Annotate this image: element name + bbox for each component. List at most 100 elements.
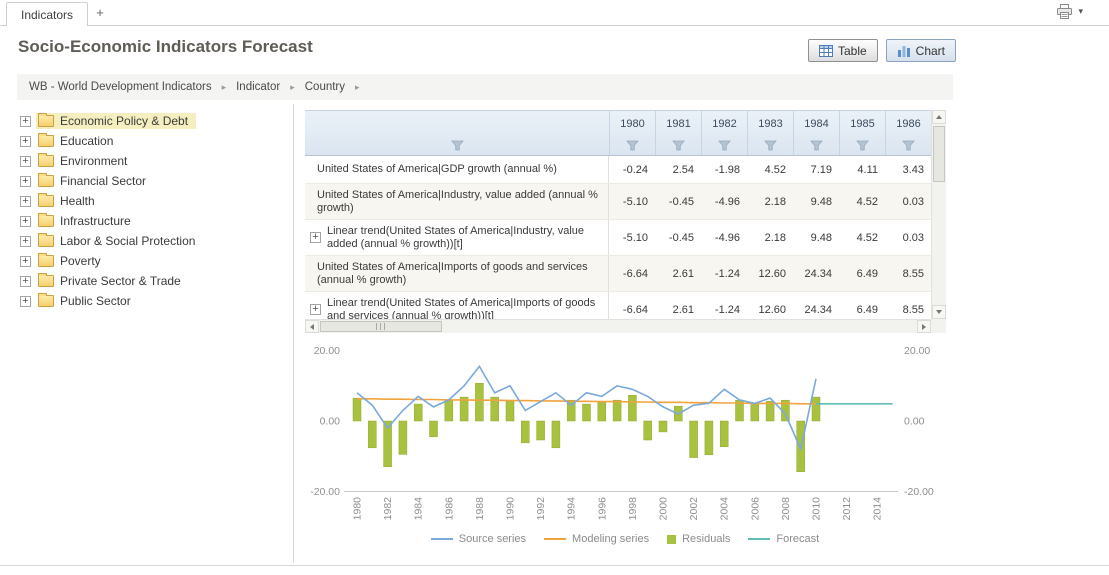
- grid-cell: 4.11: [839, 156, 885, 183]
- sidebar-item-economic-policy-debt[interactable]: + Economic Policy & Debt: [20, 111, 288, 131]
- folder-icon: [38, 115, 54, 127]
- grid-cell: -0.45: [655, 184, 701, 219]
- chart-view-button[interactable]: Chart: [886, 39, 956, 62]
- tab-indicators[interactable]: Indicators: [6, 2, 88, 26]
- horizontal-scroll-thumb[interactable]: [320, 321, 442, 332]
- print-dropdown-caret-icon[interactable]: ▾: [1078, 6, 1083, 17]
- svg-text:-20.00: -20.00: [904, 486, 934, 498]
- tab-indicators-label: Indicators: [21, 8, 73, 22]
- print-button[interactable]: [1056, 4, 1073, 19]
- grid-cell: 7.19: [793, 156, 839, 183]
- breadcrumb-item-datasource[interactable]: WB - World Development Indicators: [29, 81, 212, 93]
- grid-row[interactable]: United States of America|GDP growth (ann…: [305, 156, 931, 184]
- filter-button[interactable]: [656, 135, 701, 154]
- scroll-right-button[interactable]: [917, 320, 931, 333]
- sidebar-item-infrastructure[interactable]: + Infrastructure: [20, 211, 288, 231]
- sidebar-item-education[interactable]: + Education: [20, 131, 288, 151]
- grid-cell: 4.52: [839, 184, 885, 219]
- sidebar-item-public-sector[interactable]: + Public Sector: [20, 291, 288, 311]
- year-column-header[interactable]: 1983: [747, 111, 793, 155]
- sidebar-item-label: Labor & Social Protection: [60, 234, 195, 248]
- grid-cell: 2.18: [747, 220, 793, 255]
- year-label: 1984: [794, 111, 839, 135]
- filter-button[interactable]: [702, 135, 747, 154]
- sidebar-item-environment[interactable]: + Environment: [20, 151, 288, 171]
- filter-button[interactable]: [840, 135, 885, 154]
- scroll-left-button[interactable]: [305, 320, 319, 333]
- expand-icon[interactable]: +: [310, 304, 321, 315]
- table-view-label: Table: [838, 44, 867, 58]
- tabbar-tools: ▾: [1056, 4, 1083, 19]
- svg-text:2010: 2010: [811, 497, 823, 521]
- filter-icon: [764, 140, 777, 151]
- svg-text:2004: 2004: [719, 497, 731, 521]
- filter-icon: [451, 140, 464, 151]
- folder-icon: [38, 235, 54, 247]
- year-column-header[interactable]: 1984: [793, 111, 839, 155]
- filter-button[interactable]: [305, 135, 609, 154]
- view-switch: Table Chart: [808, 39, 956, 62]
- year-column-header[interactable]: 1985: [839, 111, 885, 155]
- svg-text:1988: 1988: [474, 497, 486, 521]
- table-icon: [819, 45, 833, 57]
- sidebar-item-financial-sector[interactable]: + Financial Sector: [20, 171, 288, 191]
- grid-row[interactable]: United States of America|Industry, value…: [305, 184, 931, 220]
- grid-cell: 4.52: [747, 156, 793, 183]
- grid-cell: -4.96: [701, 220, 747, 255]
- grid-header-label-column[interactable]: [305, 111, 609, 155]
- filter-icon: [718, 140, 731, 151]
- sidebar-item-label: Public Sector: [60, 294, 131, 308]
- sidebar-item-private-sector-trade[interactable]: + Private Sector & Trade: [20, 271, 288, 291]
- grid-cell: -5.10: [609, 184, 655, 219]
- legend-item-forecast: Forecast: [748, 533, 819, 545]
- expand-icon[interactable]: +: [20, 176, 31, 187]
- filter-button[interactable]: [610, 135, 655, 154]
- svg-text:0.00: 0.00: [904, 416, 925, 428]
- breadcrumb-item-country[interactable]: Country: [305, 81, 345, 93]
- horizontal-scrollbar[interactable]: [305, 319, 931, 333]
- vertical-scroll-thumb[interactable]: [933, 126, 945, 182]
- expand-icon[interactable]: +: [20, 136, 31, 147]
- vertical-scrollbar[interactable]: [931, 110, 946, 319]
- sidebar-item-labor-social-protection[interactable]: + Labor & Social Protection: [20, 231, 288, 251]
- line-swatch-icon: [544, 538, 566, 540]
- expand-icon[interactable]: +: [20, 216, 31, 227]
- grid-cell: 6.49: [839, 292, 885, 319]
- grid-cell: 12.60: [747, 292, 793, 319]
- breadcrumb: WB - World Development Indicators ▸ Indi…: [17, 74, 953, 100]
- expand-icon[interactable]: +: [20, 276, 31, 287]
- breadcrumb-item-indicator[interactable]: Indicator: [236, 81, 280, 93]
- expand-icon[interactable]: +: [20, 236, 31, 247]
- sidebar-item-label: Private Sector & Trade: [60, 274, 181, 288]
- add-tab-button[interactable]: +: [90, 4, 110, 23]
- filter-button[interactable]: [886, 135, 931, 154]
- row-label: United States of America|GDP growth (ann…: [305, 156, 609, 183]
- year-column-header[interactable]: 1981: [655, 111, 701, 155]
- sidebar-item-poverty[interactable]: + Poverty: [20, 251, 288, 271]
- sidebar-item-health[interactable]: + Health: [20, 191, 288, 211]
- grid-row[interactable]: + Linear trend(United States of America|…: [305, 292, 931, 319]
- expand-icon[interactable]: +: [20, 296, 31, 307]
- svg-text:2008: 2008: [780, 497, 792, 521]
- scroll-down-button[interactable]: [932, 305, 946, 319]
- year-column-header[interactable]: 1986: [885, 111, 931, 155]
- expand-icon[interactable]: +: [20, 196, 31, 207]
- scroll-up-button[interactable]: [932, 110, 946, 124]
- expand-icon[interactable]: +: [20, 116, 31, 127]
- expand-icon[interactable]: +: [20, 256, 31, 267]
- filter-button[interactable]: [748, 135, 793, 154]
- year-column-header[interactable]: 1980: [609, 111, 655, 155]
- grid-row[interactable]: United States of America|Imports of good…: [305, 256, 931, 292]
- sidebar-item-label: Economic Policy & Debt: [60, 114, 188, 128]
- grid-cell: -1.98: [701, 156, 747, 183]
- expand-icon[interactable]: +: [310, 232, 321, 243]
- svg-text:2012: 2012: [841, 497, 853, 521]
- filter-button[interactable]: [794, 135, 839, 154]
- expand-icon[interactable]: +: [20, 156, 31, 167]
- scrollbar-corner: [931, 319, 946, 333]
- table-view-button[interactable]: Table: [808, 39, 878, 62]
- grid-row[interactable]: + Linear trend(United States of America|…: [305, 220, 931, 256]
- year-column-header[interactable]: 1982: [701, 111, 747, 155]
- svg-text:1980: 1980: [352, 497, 364, 521]
- page-title: Socio-Economic Indicators Forecast: [18, 37, 313, 57]
